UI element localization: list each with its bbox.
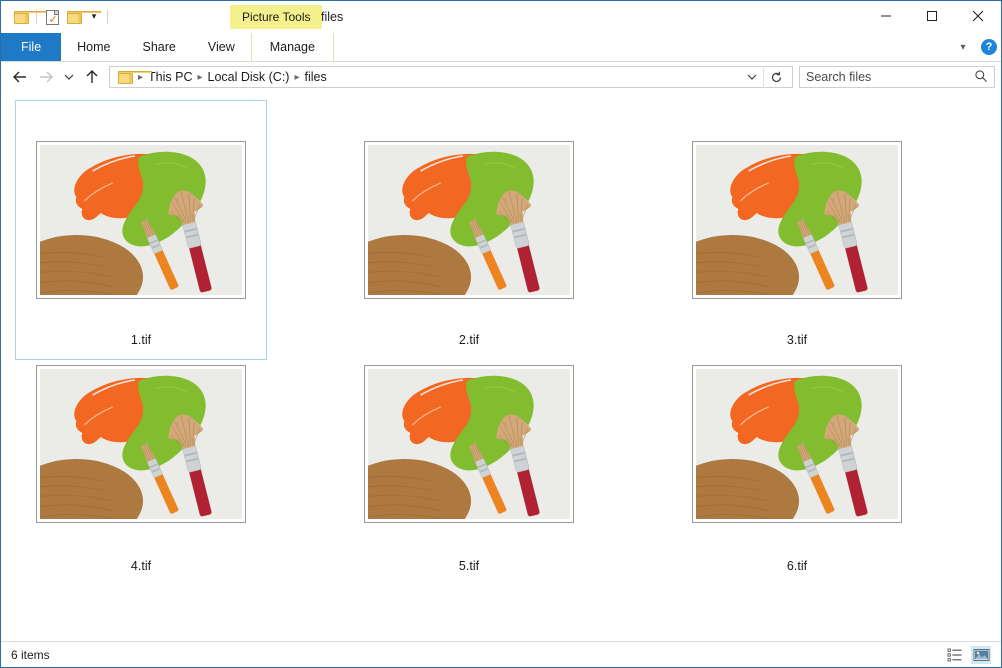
painting-artwork xyxy=(368,369,570,519)
picture-tools-contextual-header: Picture Tools xyxy=(230,5,323,29)
recent-locations-chevron-icon[interactable] xyxy=(59,64,79,90)
close-button[interactable] xyxy=(955,1,1001,31)
address-bar: ▸ This PC ▸ Local Disk (C:) ▸ files xyxy=(1,62,1001,92)
tab-file-label: File xyxy=(21,40,42,54)
breadcrumb[interactable]: ▸ This PC ▸ Local Disk (C:) ▸ files xyxy=(109,66,793,88)
status-bar: 6 items xyxy=(1,641,1001,667)
window-title-text: files xyxy=(321,10,344,24)
tab-share[interactable]: Share xyxy=(127,33,192,61)
refresh-icon[interactable] xyxy=(763,66,788,88)
file-item-1[interactable]: 1.tif xyxy=(15,100,267,360)
help-icon[interactable]: ? xyxy=(981,39,997,55)
title-bar: ✓ ▾ Picture Tools files xyxy=(1,1,1001,33)
painting-artwork xyxy=(40,369,242,519)
search-box[interactable] xyxy=(799,66,995,88)
new-folder-icon[interactable] xyxy=(63,6,101,28)
details-view-button[interactable] xyxy=(945,646,965,664)
painting-artwork xyxy=(696,145,898,295)
painting-artwork xyxy=(696,369,898,519)
file-item-4[interactable]: 4.tif xyxy=(15,362,267,622)
file-grid-row-1: 1.tif 2.tif 3.tif xyxy=(1,98,1001,360)
breadcrumb-folder-icon xyxy=(114,70,152,84)
file-item-3[interactable]: 3.tif xyxy=(671,100,923,360)
file-item-5[interactable]: 5.tif xyxy=(343,362,595,622)
painting-artwork xyxy=(40,145,242,295)
file-grid-row-2: 4.tif 5.tif 6.tif xyxy=(1,360,1001,622)
file-name-label: 4.tif xyxy=(130,559,152,573)
tab-manage-label: Manage xyxy=(269,40,315,54)
view-mode-buttons xyxy=(945,645,991,664)
item-count-label: 6 items xyxy=(11,647,50,662)
breadcrumb-dropdown-chevron-icon[interactable] xyxy=(741,67,763,87)
tab-home[interactable]: Home xyxy=(61,33,126,61)
folder-icon[interactable] xyxy=(10,6,48,28)
back-button[interactable] xyxy=(7,64,33,90)
file-item-2[interactable]: 2.tif xyxy=(343,100,595,360)
file-name-label: 5.tif xyxy=(458,559,480,573)
thumbnail-2 xyxy=(364,141,574,299)
file-item-6[interactable]: 6.tif xyxy=(671,362,923,622)
breadcrumb-sep-0: ▸ xyxy=(138,71,144,83)
help-icon-label: ? xyxy=(985,41,993,53)
tab-file[interactable]: File xyxy=(1,33,62,61)
properties-icon[interactable]: ✓ xyxy=(41,6,63,28)
collapse-ribbon-chevron-icon[interactable]: ▾ xyxy=(951,35,975,59)
up-button[interactable] xyxy=(79,64,105,90)
tab-share-label: Share xyxy=(142,40,176,54)
file-name-label: 2.tif xyxy=(458,333,480,347)
breadcrumb-item-local-disk[interactable]: Local Disk (C:) xyxy=(204,70,294,84)
forward-button xyxy=(33,64,59,90)
large-icons-view-button[interactable] xyxy=(971,645,991,664)
breadcrumb-sep-2[interactable]: ▸ xyxy=(293,72,300,83)
window-controls xyxy=(863,1,1001,31)
qat-divider-2 xyxy=(107,10,108,24)
painting-artwork xyxy=(368,145,570,295)
minimize-button[interactable] xyxy=(863,1,909,31)
tab-view-label: View xyxy=(207,40,235,54)
thumbnail-6 xyxy=(692,365,902,523)
picture-tools-label: Picture Tools xyxy=(242,10,311,24)
breadcrumb-sep-1[interactable]: ▸ xyxy=(196,72,203,83)
search-input[interactable] xyxy=(806,70,974,84)
file-name-label: 3.tif xyxy=(786,333,808,347)
breadcrumb-right-controls xyxy=(741,66,788,88)
thumbnail-5 xyxy=(364,365,574,523)
window-title: files xyxy=(321,1,343,33)
ribbon-right-controls: ▾ ? xyxy=(951,33,997,61)
thumbnail-1 xyxy=(36,141,246,299)
quick-access-toolbar: ✓ ▾ xyxy=(1,6,112,28)
file-list-view[interactable]: 1.tif 2.tif 3.tif 4.tif 5.tif 6.tif xyxy=(1,92,1001,641)
search-icon[interactable] xyxy=(974,69,988,86)
ribbon-tab-bar: File Home Share View Manage ▾ ? xyxy=(1,33,1001,62)
tab-home-label: Home xyxy=(77,40,111,54)
file-name-label: 6.tif xyxy=(786,559,808,573)
file-explorer-window: ✓ ▾ Picture Tools files File Home Share … xyxy=(0,0,1002,668)
customize-chevron-icon[interactable]: ▾ xyxy=(85,6,103,28)
tab-view[interactable]: View xyxy=(192,33,251,61)
thumbnail-4 xyxy=(36,365,246,523)
tab-manage[interactable]: Manage xyxy=(250,33,334,61)
thumbnail-3 xyxy=(692,141,902,299)
breadcrumb-item-files[interactable]: files xyxy=(301,70,331,84)
file-name-label: 1.tif xyxy=(130,333,152,347)
maximize-button[interactable] xyxy=(909,1,955,31)
